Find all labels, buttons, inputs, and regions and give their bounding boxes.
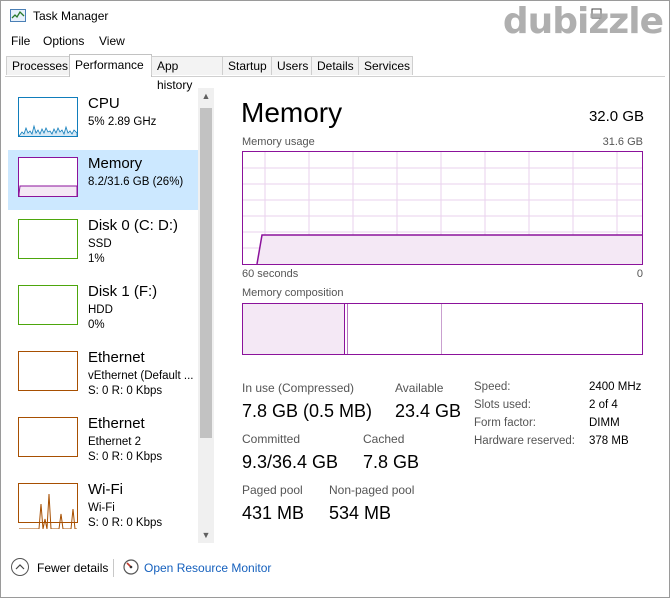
scroll-up-icon[interactable]: ▲	[198, 88, 214, 104]
cached-value: 7.8 GB	[363, 452, 420, 472]
resource-monitor-icon	[123, 559, 139, 575]
page-title: Memory	[241, 97, 343, 128]
menu-bar: File Options View	[1, 31, 669, 51]
tab-performance[interactable]: Performance	[69, 54, 152, 77]
tab-bar: Processes Performance App history Startu…	[5, 54, 665, 92]
menu-file[interactable]: File	[11, 34, 30, 48]
available-value: 23.4 GB	[395, 401, 462, 421]
sidebar-ethernet1-name: Ethernet	[88, 349, 145, 366]
sidebar-item-memory[interactable]: Memory 8.2/31.6 GB (26%)	[8, 150, 198, 210]
tab-processes[interactable]: Processes	[6, 56, 70, 75]
sidebar-disk0-name: Disk 0 (C: D:)	[88, 217, 178, 234]
tab-users[interactable]: Users	[271, 56, 312, 75]
memory-thumbnail-graph	[18, 157, 78, 197]
task-manager-window: Task Manager dubizzle File Options View …	[0, 0, 670, 598]
committed-value: 9.3/36.4 GB	[242, 452, 339, 472]
spec-slots-value: 2 of 4	[589, 399, 618, 411]
ethernet1-thumbnail-graph	[18, 351, 78, 391]
memory-composition-label: Memory composition	[242, 287, 344, 299]
sidebar-wifi-throughput: S: 0 R: 0 Kbps	[88, 517, 163, 529]
composition-divider-1	[344, 304, 345, 354]
spec-form-factor-value: DIMM	[589, 417, 620, 429]
memory-usage-label: Memory usage	[242, 136, 315, 148]
paged-pool-value: 431 MB	[242, 503, 305, 523]
cached-label: Cached	[363, 432, 405, 446]
window-title: Task Manager	[33, 9, 109, 23]
memory-total: 32.0 GB	[588, 108, 644, 125]
sidebar-item-cpu[interactable]: CPU 5% 2.89 GHz	[8, 90, 198, 150]
scrollbar-thumb[interactable]	[200, 108, 212, 438]
ethernet2-thumbnail-graph	[18, 417, 78, 457]
fewer-details-link[interactable]: Fewer details	[37, 561, 108, 575]
memory-usage-graph	[242, 151, 643, 265]
sidebar-memory-usage: 8.2/31.6 GB (26%)	[88, 176, 184, 188]
cpu-thumbnail-graph	[18, 97, 78, 137]
sidebar-item-ethernet-2[interactable]: Ethernet Ethernet 2 S: 0 R: 0 Kbps	[8, 410, 198, 470]
title-bar: Task Manager dubizzle	[1, 1, 669, 42]
time-axis-right: 0	[636, 268, 643, 280]
sidebar-ethernet1-adapter: vEthernet (Default ...	[88, 370, 194, 382]
spec-speed-value: 2400 MHz	[589, 381, 642, 393]
sidebar-disk1-usage: 0%	[88, 319, 105, 331]
sidebar-wifi-adapter: Wi-Fi	[88, 502, 115, 514]
sidebar-cpu-usage: 5% 2.89 GHz	[88, 116, 157, 128]
paged-pool-label: Paged pool	[242, 483, 303, 497]
nonpaged-pool-label: Non-paged pool	[329, 483, 415, 497]
spec-speed-label: Speed:	[474, 381, 511, 393]
sidebar-ethernet2-adapter: Ethernet 2	[88, 436, 142, 448]
spec-slots-label: Slots used:	[474, 399, 531, 411]
footer-separator	[113, 559, 114, 577]
footer-bar: Fewer details Open Resource Monitor	[1, 553, 669, 583]
open-resource-monitor-link[interactable]: Open Resource Monitor	[144, 561, 271, 575]
composition-divider-2	[347, 304, 348, 354]
composition-divider-3	[441, 304, 442, 354]
in-use-value: 7.8 GB (0.5 MB)	[242, 401, 373, 421]
disk0-thumbnail-graph	[18, 219, 78, 259]
available-label: Available	[395, 381, 444, 395]
sidebar-disk0-type: SSD	[88, 238, 112, 250]
tab-services[interactable]: Services	[358, 56, 413, 75]
disk1-thumbnail-graph	[18, 285, 78, 325]
committed-label: Committed	[242, 432, 301, 446]
scroll-down-icon[interactable]: ▼	[198, 527, 214, 543]
sidebar-memory-name: Memory	[88, 155, 143, 172]
sidebar-disk0-usage: 1%	[88, 253, 105, 265]
tab-app-history[interactable]: App history	[151, 56, 223, 92]
resource-sidebar: CPU 5% 2.89 GHz Memory 8.2/31.6 GB (26%)…	[5, 88, 217, 543]
sidebar-item-wifi[interactable]: Wi-Fi Wi-Fi S: 0 R: 0 Kbps	[8, 476, 198, 536]
sidebar-wifi-name: Wi-Fi	[88, 481, 123, 498]
sidebar-item-ethernet-vethernet[interactable]: Ethernet vEthernet (Default ... S: 0 R: …	[8, 344, 198, 404]
spec-form-factor-label: Form factor:	[474, 417, 536, 429]
sidebar-disk1-type: HDD	[88, 304, 113, 316]
menu-view[interactable]: View	[99, 34, 125, 48]
task-manager-icon	[10, 9, 26, 22]
sidebar-cpu-name: CPU	[88, 95, 120, 112]
fewer-details-button[interactable]	[11, 558, 29, 576]
chevron-up-icon	[15, 564, 25, 570]
composition-in-use[interactable]	[243, 304, 344, 354]
time-axis-left: 60 seconds	[242, 268, 299, 280]
sidebar-disk1-name: Disk 1 (F:)	[88, 283, 158, 300]
spec-hw-reserved-value: 378 MB	[589, 435, 629, 447]
sidebar-ethernet1-throughput: S: 0 R: 0 Kbps	[88, 385, 163, 397]
spec-hw-reserved-label: Hardware reserved:	[474, 435, 575, 447]
menu-options[interactable]: Options	[43, 34, 84, 48]
sidebar-scrollbar[interactable]: ▲ ▼	[198, 88, 214, 543]
tab-details[interactable]: Details	[311, 56, 359, 75]
in-use-label: In use (Compressed)	[242, 381, 355, 395]
sidebar-ethernet2-throughput: S: 0 R: 0 Kbps	[88, 451, 163, 463]
wifi-thumbnail-graph	[18, 483, 78, 529]
sidebar-item-disk-1[interactable]: Disk 1 (F:) HDD 0%	[8, 278, 198, 338]
sidebar-item-disk-0[interactable]: Disk 0 (C: D:) SSD 1%	[8, 212, 198, 272]
tab-startup[interactable]: Startup	[222, 56, 272, 75]
memory-usage-max: 31.6 GB	[602, 136, 643, 148]
memory-usage-plot	[243, 152, 642, 265]
sidebar-ethernet2-name: Ethernet	[88, 415, 145, 432]
nonpaged-pool-value: 534 MB	[329, 503, 392, 523]
memory-composition-bar	[242, 303, 643, 355]
